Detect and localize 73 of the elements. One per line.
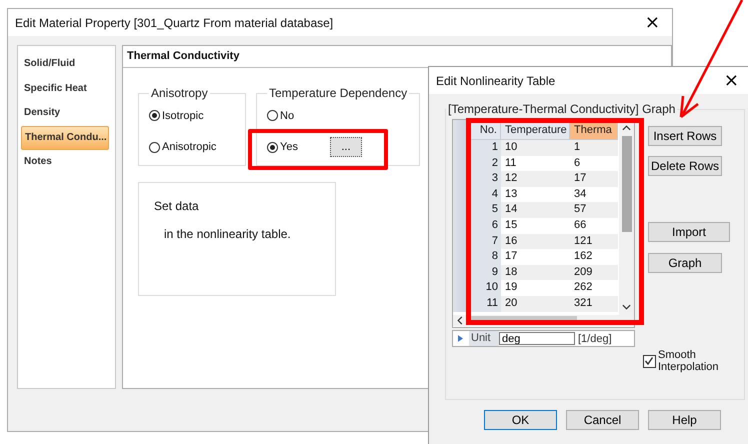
sidebar-item[interactable]: Thermal Condu... (21, 126, 109, 150)
dialog-button[interactable]: Insert Rows (648, 126, 722, 146)
table-cell-text: 6 (573, 156, 582, 171)
group-title: [Temperature-Thermal Conductivity] Graph (447, 102, 676, 116)
dialog-button[interactable]: Cancel (566, 410, 639, 430)
table-cell-text: 15 (504, 218, 518, 233)
radio-button[interactable]: Isotropic (149, 106, 235, 126)
table-cell: 10 (501, 140, 570, 156)
row-number: 4 (470, 186, 501, 202)
dialog-button[interactable]: Graph (648, 253, 722, 273)
row-number: 2 (470, 156, 501, 172)
row-number: 1 (470, 140, 501, 156)
row-number: 6 (470, 218, 501, 234)
radio-label: Yes (280, 141, 298, 153)
table-cell-text: 11 (504, 156, 518, 171)
table-cell-text: 262 (573, 280, 594, 296)
radio-button[interactable]: Yes ... (267, 137, 410, 157)
table-cell: 16 (501, 234, 570, 250)
table-cell: 17 (570, 171, 618, 187)
row-number: 8 (470, 249, 501, 265)
table-cell: 57 (570, 202, 618, 218)
scroll-up-icon[interactable] (622, 125, 631, 131)
close-button[interactable]: × (718, 72, 745, 90)
dialog-button[interactable]: Delete Rows (648, 156, 722, 176)
sidebar-item[interactable]: Notes (21, 150, 109, 174)
scroll-down-icon[interactable] (622, 304, 631, 310)
table-cell-text: 17 (504, 249, 518, 264)
radio-button[interactable]: Anisotropic (149, 138, 235, 157)
table-cell-text: 19 (504, 280, 518, 296)
table-cell: 18 (501, 264, 570, 280)
sidebar-item[interactable]: Solid/Fluid (21, 52, 109, 76)
table-cell: 321 (570, 296, 618, 312)
vertical-scrollbar[interactable] (619, 120, 634, 315)
dialog-button[interactable]: OK (484, 410, 557, 430)
ellipsis-button[interactable]: ... (330, 137, 362, 157)
table-cell: 20 (501, 296, 570, 312)
table-cell: 121 (570, 234, 618, 250)
note-text: Set data (154, 199, 200, 213)
window-title: Edit Material Property [301_Quartz From material database] (15, 16, 334, 30)
sidebar-item[interactable]: Specific Heat (21, 76, 109, 101)
sidebar-item[interactable]: Density (21, 101, 109, 126)
row-number: 3 (470, 171, 501, 187)
checkbox-label: Smooth Interpolation (658, 349, 720, 373)
row-number: 5 (470, 202, 501, 218)
checkbox[interactable]: Smooth Interpolation (643, 349, 728, 373)
table-cell: 14 (501, 202, 570, 218)
dialog-button[interactable]: Import (648, 222, 730, 242)
window-title: Edit Nonlinearity Table (436, 74, 556, 88)
unit-label: Unit (469, 331, 499, 346)
row-number: 10 (470, 280, 501, 296)
table-cell-text: 66 (573, 218, 588, 233)
scroll-left-icon[interactable] (457, 316, 463, 325)
row-number: 11 (470, 296, 501, 312)
close-button[interactable]: × (638, 14, 666, 32)
note-text: in the nonlinearity table. (164, 227, 292, 241)
radio-label: Isotropic (162, 110, 204, 122)
radio-label: Anisotropic (162, 141, 216, 154)
table-cell: 12 (501, 171, 570, 187)
row-number: 9 (470, 264, 501, 280)
group-title: Temperature Dependency (268, 86, 408, 100)
radio-label: No (280, 110, 294, 122)
table-cell-text: 162 (573, 249, 594, 264)
dialog-button[interactable]: Help (648, 410, 721, 430)
group-title: Anisotropy (150, 86, 209, 100)
radio-button[interactable]: No (267, 106, 410, 125)
row-pointer-icon (458, 335, 463, 342)
table-cell-text: 34 (573, 186, 588, 202)
unit-field[interactable]: deg (499, 332, 575, 345)
table-cell: 209 (570, 264, 618, 280)
table-cell-text: 13 (504, 186, 518, 202)
table-cell: 1 (570, 140, 618, 156)
row-number: 7 (470, 234, 501, 250)
unit-text: [1/deg] (578, 332, 612, 344)
